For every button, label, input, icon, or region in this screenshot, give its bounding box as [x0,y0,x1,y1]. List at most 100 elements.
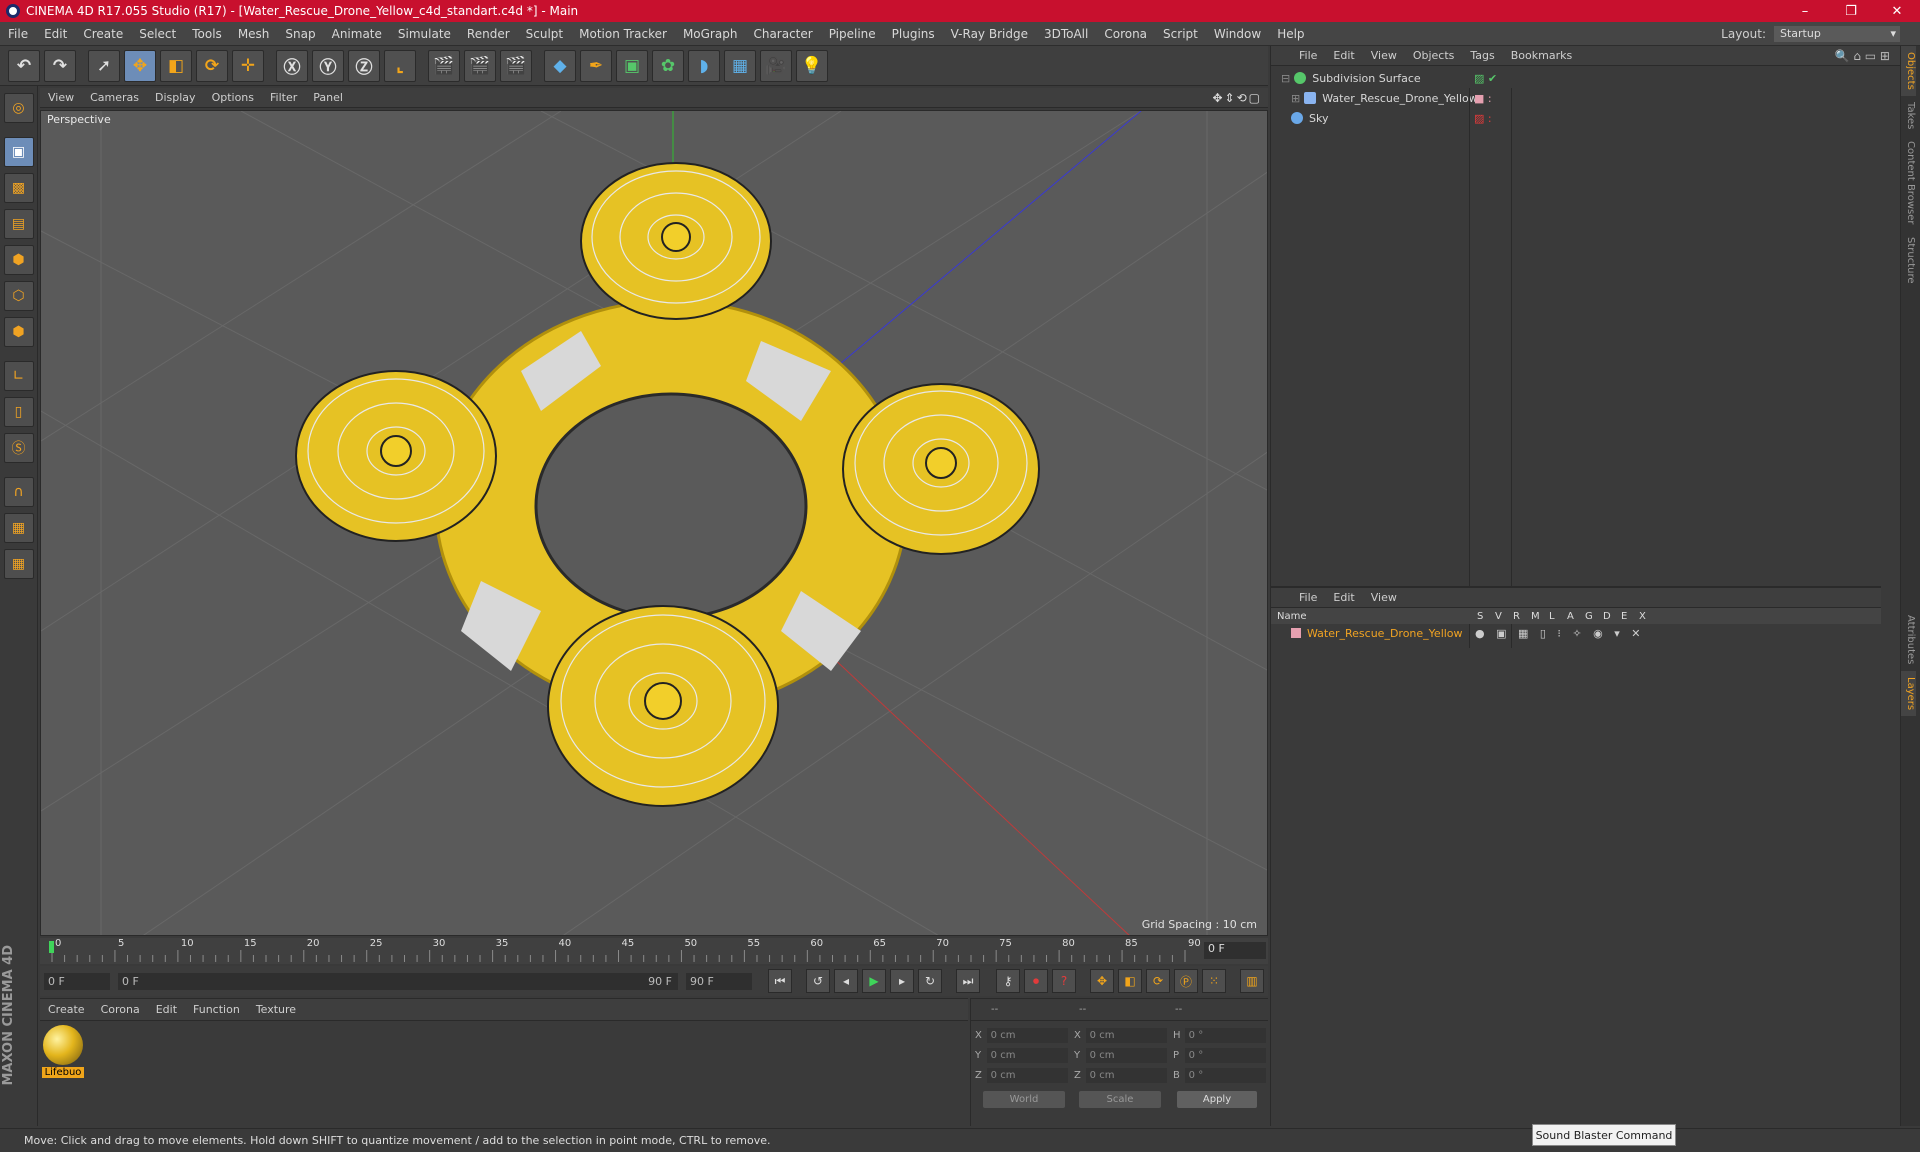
position-x-field[interactable]: 0 cm [986,1027,1068,1043]
menu-mesh[interactable]: Mesh [230,27,278,41]
autokeying-button[interactable]: ⏺ [1024,969,1048,993]
current-frame-marker[interactable] [49,941,54,953]
position-z-field[interactable]: 0 cm [986,1067,1068,1083]
rotate-tool-button[interactable]: ⟳ [196,49,228,82]
scheme-button[interactable]: ▥ [1240,969,1264,993]
x-axis-button[interactable]: Ⓧ [276,49,308,82]
perspective-viewport[interactable]: Perspective Grid Spacing : 10 cm [40,110,1268,936]
visibility-dots-icon[interactable]: ▨ : [1474,112,1492,125]
layer-menu-file[interactable]: File [1291,591,1325,604]
edit-render-settings-button[interactable]: 🎬 [500,49,532,82]
add-array-button[interactable]: ✿ [652,49,684,82]
rotation-b-field[interactable]: 0 ° [1184,1067,1266,1083]
menu-3dtoall[interactable]: 3DToAll [1036,27,1096,41]
menu-vray-bridge[interactable]: V-Ray Bridge [943,27,1036,41]
mat-menu-texture[interactable]: Texture [248,1003,304,1016]
redo-button[interactable]: ↷ [44,49,76,82]
obj-menu-view[interactable]: View [1363,49,1405,62]
object-row-subdivision[interactable]: ⊟ Subdivision Surface ▨ ✔ [1271,68,1881,88]
make-editable-button[interactable]: ◎ [3,93,34,123]
material-swatch[interactable]: Lifebuo [42,1025,84,1081]
next-key-button[interactable]: ↻ [918,969,942,993]
size-x-field[interactable]: 0 cm [1085,1027,1167,1043]
snap-button[interactable]: ∩ [3,477,34,507]
record-keys-button[interactable]: ⚷ [996,969,1020,993]
obj-menu-file[interactable]: File [1291,49,1325,62]
points-mode-button[interactable]: ⬢ [3,245,34,275]
menu-render[interactable]: Render [459,27,518,41]
rotation-h-field[interactable]: 0 ° [1184,1027,1266,1043]
menu-simulate[interactable]: Simulate [390,27,459,41]
maximize-button[interactable]: ❐ [1828,0,1874,22]
live-selection-button[interactable]: ➚ [88,49,120,82]
side-tab-takes[interactable]: Takes [1901,96,1916,135]
menu-corona[interactable]: Corona [1096,27,1155,41]
key-pla-button[interactable]: ⁙ [1202,969,1226,993]
menu-tools[interactable]: Tools [184,27,230,41]
layer-row[interactable]: Water_Rescue_Drone_Yellow ● ▣ ▦ ▯ ⁝ ✧ ◉ … [1271,624,1881,642]
menu-character[interactable]: Character [745,27,820,41]
side-tab-objects[interactable]: Objects [1901,46,1916,96]
vp-menu-options[interactable]: Options [204,91,262,104]
quantize-button[interactable]: ▦ [3,549,34,579]
position-y-field[interactable]: 0 cm [986,1047,1068,1063]
key-scale-button[interactable]: ◧ [1118,969,1142,993]
add-floor-button[interactable]: ▦ [724,49,756,82]
end-frame-field[interactable]: 90 F [686,972,752,990]
go-to-end-button[interactable]: ⏭ [956,969,980,993]
menu-select[interactable]: Select [131,27,184,41]
key-rotation-button[interactable]: ⟳ [1146,969,1170,993]
side-tab-layers[interactable]: Layers [1901,670,1916,716]
coord-system-dropdown[interactable]: World [983,1090,1065,1108]
z-axis-button[interactable]: Ⓩ [348,49,380,82]
coordinate-system-button[interactable]: ⌞ [384,49,416,82]
axis-mode-button[interactable]: ∟ [3,361,34,391]
apply-button[interactable]: Apply [1177,1090,1257,1108]
layer-menu-view[interactable]: View [1363,591,1405,604]
menu-sculpt[interactable]: Sculpt [518,27,571,41]
menu-file[interactable]: File [0,27,36,41]
size-y-field[interactable]: 0 cm [1085,1047,1167,1063]
menu-script[interactable]: Script [1155,27,1206,41]
menu-edit[interactable]: Edit [36,27,75,41]
polygons-mode-button[interactable]: ⬢ [3,317,34,347]
side-tab-attributes[interactable]: Attributes [1901,609,1916,670]
obj-menu-edit[interactable]: Edit [1325,49,1362,62]
play-button[interactable]: ▶ [862,969,886,993]
side-tab-content-browser[interactable]: Content Browser [1901,135,1916,230]
layout-dropdown[interactable]: Startup ▾ [1774,25,1900,42]
viewport-navigation-icons[interactable]: ✥⇕⟲▢ [1212,91,1262,105]
edges-mode-button[interactable]: ⬡ [3,281,34,311]
size-mode-dropdown[interactable]: Scale [1079,1090,1161,1108]
obj-menu-tags[interactable]: Tags [1462,49,1502,62]
vp-menu-cameras[interactable]: Cameras [82,91,147,104]
rotation-p-field[interactable]: 0 ° [1184,1047,1266,1063]
current-frame-field[interactable]: 0 F [1204,942,1266,959]
add-spline-button[interactable]: ✒ [580,49,612,82]
render-picture-viewer-button[interactable]: 🎬 [464,49,496,82]
layer-menu-edit[interactable]: Edit [1325,591,1362,604]
size-z-field[interactable]: 0 cm [1085,1067,1167,1083]
vp-menu-filter[interactable]: Filter [262,91,305,104]
model-mode-button[interactable]: ▣ [3,137,34,167]
go-to-start-button[interactable]: ⏮ [768,969,792,993]
object-row-sky[interactable]: Sky ▨ : [1271,108,1881,128]
mat-menu-edit[interactable]: Edit [148,1003,185,1016]
add-nurbs-button[interactable]: ▣ [616,49,648,82]
transform-tool-button[interactable]: ✛ [232,49,264,82]
mat-menu-create[interactable]: Create [40,1003,93,1016]
menu-plugins[interactable]: Plugins [884,27,943,41]
layer-toggle-icons[interactable]: ● ▣ ▦ ▯ ⁝ ✧ ◉ ▾ ✕ [1475,627,1644,640]
close-button[interactable]: ✕ [1874,0,1920,22]
minimize-button[interactable]: – [1782,0,1828,22]
vp-menu-display[interactable]: Display [147,91,204,104]
object-manager-search-icons[interactable]: 🔍 ⌂ ▭ ⊞ [1835,49,1890,63]
undo-button[interactable]: ↶ [8,49,40,82]
y-axis-button[interactable]: Ⓨ [312,49,344,82]
layer-tag-icon[interactable]: ■ : [1474,92,1492,105]
menu-animate[interactable]: Animate [324,27,390,41]
previous-key-button[interactable]: ↺ [806,969,830,993]
key-position-button[interactable]: ✥ [1090,969,1114,993]
vp-menu-panel[interactable]: Panel [305,91,351,104]
menu-snap[interactable]: Snap [277,27,323,41]
